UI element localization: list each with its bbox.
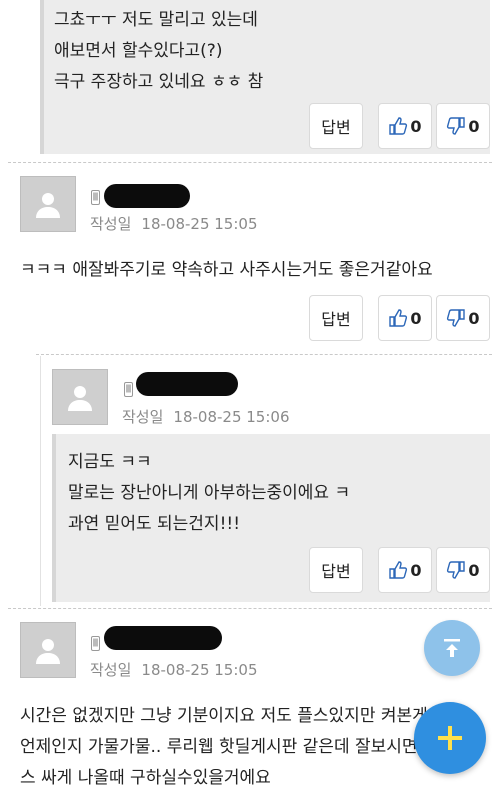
reply-button[interactable]: 답변 <box>309 103 363 149</box>
plus-icon <box>438 726 462 750</box>
redacted-author <box>104 184 190 208</box>
comment-divider <box>8 162 492 163</box>
dislike-button[interactable]: 0 <box>436 295 490 341</box>
thumbs-up-icon <box>388 308 408 328</box>
reply-button[interactable]: 답변 <box>309 547 363 593</box>
comment-meta: 작성일 18-08-25 15:06 <box>122 406 290 427</box>
user-icon <box>36 639 60 664</box>
comment-text-line: ㅋㅋㅋ 애잘봐주기로 약속하고 사주시는거도 좋은거같아요 <box>20 260 433 280</box>
comment-divider <box>36 354 492 355</box>
redacted-author <box>136 372 238 396</box>
comment-text-line: 과연 믿어도 되는건지!!! <box>68 514 241 534</box>
date-label: 작성일 <box>90 661 132 679</box>
comment-meta: 작성일 18-08-25 15:05 <box>90 659 258 680</box>
dislike-count: 0 <box>468 308 480 328</box>
redacted-author <box>104 626 222 650</box>
thumbs-down-icon <box>446 560 466 580</box>
reply-button-label: 답변 <box>321 310 351 329</box>
user-icon <box>36 193 60 218</box>
thumbs-down-icon <box>446 308 466 328</box>
date-label: 작성일 <box>122 408 164 426</box>
comment-text-line: 극구 주장하고 있네요 ㅎㅎ 참 <box>54 72 264 92</box>
comment-text-line: 애보면서 할수있다고(?) <box>54 41 223 61</box>
user-icon <box>68 386 92 411</box>
comment-text-line: 말로는 장난아니게 아부하는중이에요 ㅋ <box>68 483 351 503</box>
dislike-button[interactable]: 0 <box>436 547 490 593</box>
comment-meta: 작성일 18-08-25 15:05 <box>90 213 258 234</box>
reply-button-label: 답변 <box>321 118 351 137</box>
comment-date: 18-08-25 15:06 <box>173 408 290 426</box>
avatar <box>20 622 76 678</box>
comment-text-line: 시간은 없겠지만 그냥 기분이지요 저도 플스있지만 켜본게 <box>20 706 428 726</box>
reply-button[interactable]: 답변 <box>309 295 363 341</box>
date-label: 작성일 <box>90 215 132 233</box>
comment-divider <box>8 608 492 609</box>
like-button[interactable]: 0 <box>378 295 432 341</box>
avatar <box>20 176 76 232</box>
like-count: 0 <box>410 116 422 136</box>
comment-text-line: 스 싸게 나올때 구하실수있을거에요 <box>20 768 271 788</box>
dislike-button[interactable]: 0 <box>436 103 490 149</box>
scroll-top-button[interactable] <box>424 620 480 676</box>
thumbs-up-icon <box>388 560 408 580</box>
comment-date: 18-08-25 15:05 <box>141 215 258 233</box>
like-count: 0 <box>410 308 422 328</box>
like-button[interactable]: 0 <box>378 103 432 149</box>
mobile-icon <box>91 190 100 205</box>
mobile-icon <box>91 636 100 651</box>
mobile-icon <box>124 382 133 397</box>
avatar <box>52 369 108 425</box>
like-count: 0 <box>410 560 422 580</box>
reply-button-label: 답변 <box>321 562 351 581</box>
comment-text-line: 언제인지 가물가물.. 루리웹 핫딜게시판 같은데 잘보시면 플 <box>20 737 439 757</box>
comment-text-line: 지금도 ㅋㅋ <box>68 452 152 472</box>
dislike-count: 0 <box>468 116 480 136</box>
add-comment-button[interactable] <box>414 702 486 774</box>
comment-date: 18-08-25 15:05 <box>141 661 258 679</box>
thumbs-up-icon <box>388 116 408 136</box>
like-button[interactable]: 0 <box>378 547 432 593</box>
reply-indent-line <box>40 356 41 606</box>
dislike-count: 0 <box>468 560 480 580</box>
scroll-top-icon <box>444 639 460 657</box>
comment-text-line: 그쵸ㅜㅜ 저도 말리고 있는데 <box>54 10 258 30</box>
thumbs-down-icon <box>446 116 466 136</box>
